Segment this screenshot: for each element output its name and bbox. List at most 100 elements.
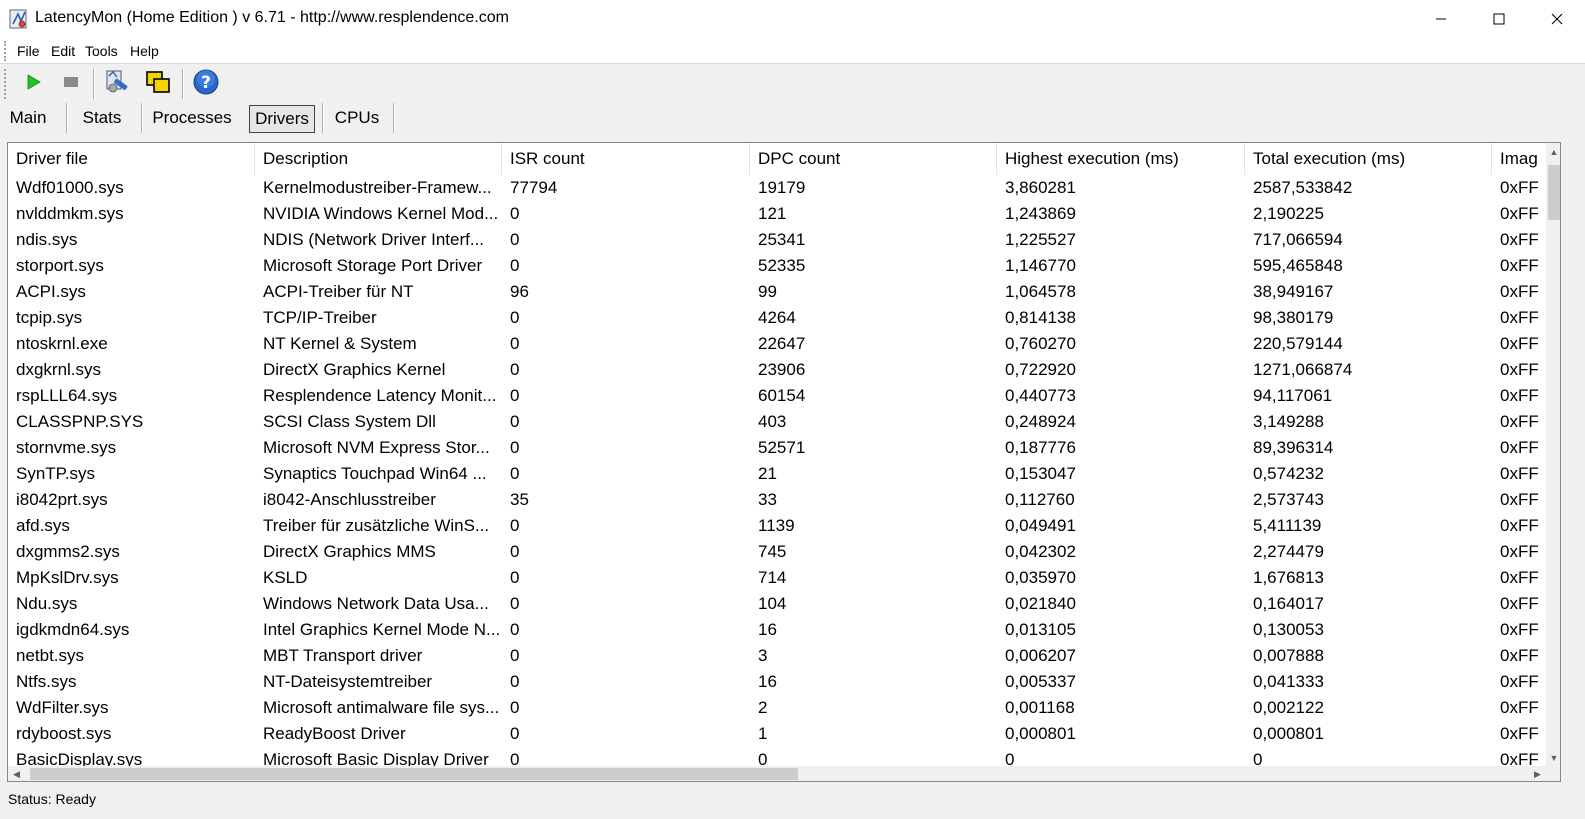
window-title: LatencyMon (Home Edition ) v 6.71 - http… [35,9,509,26]
windows-button[interactable] [143,69,173,99]
cell-total-execution: 0,574232 [1253,464,1324,483]
table-row[interactable]: dxgkrnl.sys DirectX Graphics Kernel 0 23906… [8,357,1546,383]
table-row[interactable]: ntoskrnl.exe NT Kernel & System 0 22647 0,76… [8,331,1546,357]
column-header-description[interactable]: Description [255,143,502,175]
column-header-image[interactable]: Imag [1492,143,1546,175]
cell-driver-file: ntoskrnl.exe [16,334,108,353]
cell-description: i8042-Anschlusstreiber [263,490,436,509]
cell-highest-execution: 0,013105 [1005,620,1076,639]
table-row[interactable]: i8042prt.sys i8042-Anschlusstreiber 35 33 0,… [8,487,1546,513]
cell-description: ACPI-Treiber für NT [263,282,414,301]
cell-driver-file: i8042prt.sys [16,490,108,509]
minimize-button[interactable] [1412,0,1470,38]
cell-dpc-count: 104 [758,594,787,613]
table-row[interactable]: ndis.sys NDIS (Network Driver Interf... 0 2… [8,227,1546,253]
status-bar: Status: Ready [0,786,1585,819]
latencymon-app-icon [9,9,29,29]
table-row[interactable]: rdyboost.sys ReadyBoost Driver 0 1 0,000801 0… [8,721,1546,747]
horizontal-scrollbar[interactable]: ◀ ▶ [8,766,1546,781]
cell-driver-file: WdFilter.sys [16,698,109,717]
cell-driver-file: SynTP.sys [16,464,96,483]
cell-description: Intel Graphics Kernel Mode N... [263,620,501,639]
scroll-down-arrow-icon[interactable]: ▼ [1546,749,1560,766]
table-row[interactable]: afd.sys Treiber für zusätzliche WinS... 0 1… [8,513,1546,539]
cell-isr-count: 0 [510,360,520,379]
scroll-up-arrow-icon[interactable]: ▲ [1546,143,1560,160]
cell-image: 0xFF [1500,568,1539,587]
start-button[interactable] [18,69,48,99]
cell-driver-file: nvlddmkm.sys [16,204,124,223]
scroll-left-arrow-icon[interactable]: ◀ [8,766,25,781]
tab-processes[interactable]: Processes [149,103,235,133]
cell-dpc-count: 0 [758,750,768,766]
maximize-button[interactable] [1470,0,1528,38]
cell-dpc-count: 121 [758,204,787,223]
table-row[interactable]: stornvme.sys Microsoft NVM Express Stor..… [8,435,1546,461]
cell-image: 0xFF [1500,672,1539,691]
horizontal-scroll-thumb[interactable] [30,768,798,780]
cell-highest-execution: 1,146770 [1005,256,1076,275]
cell-total-execution: 0,000801 [1253,724,1324,743]
table-row[interactable]: Ntfs.sys NT-Dateisystemtreiber 0 16 0,005337… [8,669,1546,695]
table-row[interactable]: SynTP.sys Synaptics Touchpad Win64 ... 0 21… [8,461,1546,487]
menu-file[interactable]: File [17,43,40,59]
table-row[interactable]: Wdf01000.sys Kernelmodustreiber-Framew...… [8,175,1546,201]
close-button[interactable] [1528,0,1585,38]
table-row[interactable]: rspLLL64.sys Resplendence Latency Monit..… [8,383,1546,409]
cell-highest-execution: 0,112760 [1005,490,1075,509]
cell-driver-file: storport.sys [16,256,104,275]
cell-total-execution: 3,149288 [1253,412,1324,431]
table-row[interactable]: igdkmdn64.sys Intel Graphics Kernel Mode … [8,617,1546,643]
scroll-right-arrow-icon[interactable]: ▶ [1529,766,1546,781]
table-row[interactable]: MpKslDrv.sys KSLD 0 714 0,035970 1,676813 0xFF [8,565,1546,591]
menu-help[interactable]: Help [130,43,159,59]
cell-description: Kernelmodustreiber-Framew... [263,178,492,197]
cell-image: 0xFF [1500,178,1539,197]
tab-stats[interactable]: Stats [74,103,130,133]
help-button[interactable]: ? [191,69,221,99]
cell-isr-count: 77794 [510,178,558,197]
drivers-list[interactable]: Driver file Description ISR count DPC co… [7,142,1561,782]
table-row[interactable]: tcpip.sys TCP/IP-Treiber 0 4264 0,814138 98,3… [8,305,1546,331]
table-row[interactable]: netbt.sys MBT Transport driver 0 3 0,006207 0… [8,643,1546,669]
column-header-driver-file[interactable]: Driver file [8,143,255,175]
table-row[interactable]: CLASSPNP.SYS SCSI Class System Dll 0 403 0,2… [8,409,1546,435]
tab-main[interactable]: Main [4,103,52,133]
cell-image: 0xFF [1500,698,1539,717]
column-header-isr-count[interactable]: ISR count [502,143,750,175]
cell-dpc-count: 3 [758,646,768,665]
tab-drivers[interactable]: Drivers [249,105,315,133]
cell-image: 0xFF [1500,724,1539,743]
cell-total-execution: 0,164017 [1253,594,1324,613]
table-row[interactable]: Ndu.sys Windows Network Data Usa... 0 104 0,… [8,591,1546,617]
column-header-dpc-count[interactable]: DPC count [750,143,997,175]
cell-highest-execution: 1,243869 [1005,204,1076,223]
cell-description: ReadyBoost Driver [263,724,406,743]
cell-driver-file: igdkmdn64.sys [16,620,130,639]
stop-button[interactable] [56,69,86,99]
cell-dpc-count: 33 [758,490,777,509]
table-row[interactable]: dxgmms2.sys DirectX Graphics MMS 0 745 0,042… [8,539,1546,565]
table-row[interactable]: ACPI.sys ACPI-Treiber für NT 96 99 1,064578 3… [8,279,1546,305]
tools-button[interactable] [103,69,133,99]
cell-description: Treiber für zusätzliche WinS... [263,516,490,535]
cell-description: Microsoft Basic Display Driver [263,750,489,766]
table-row[interactable]: WdFilter.sys Microsoft antimalware file s… [8,695,1546,721]
cell-isr-count: 0 [510,386,520,405]
table-row[interactable]: nvlddmkm.sys NVIDIA Windows Kernel Mod...… [8,201,1546,227]
vertical-scroll-thumb[interactable] [1548,165,1560,220]
cell-description: TCP/IP-Treiber [263,308,377,327]
cell-dpc-count: 16 [758,672,777,691]
tab-cpus[interactable]: CPUs [331,103,383,133]
cell-image: 0xFF [1500,386,1539,405]
vertical-scrollbar[interactable]: ▲ ▼ [1546,143,1560,766]
column-header-highest-execution[interactable]: Highest execution (ms) [997,143,1245,175]
windows-icon [144,68,172,101]
table-row[interactable]: storport.sys Microsoft Storage Port Drive… [8,253,1546,279]
cell-isr-count: 0 [510,256,520,275]
table-row[interactable]: BasicDisplay.sys Microsoft Basic Display … [8,747,1546,766]
menu-edit[interactable]: Edit [51,43,75,59]
menu-tools[interactable]: Tools [85,43,118,59]
column-header-total-execution[interactable]: Total execution (ms) [1245,143,1492,175]
cell-image: 0xFF [1500,438,1539,457]
